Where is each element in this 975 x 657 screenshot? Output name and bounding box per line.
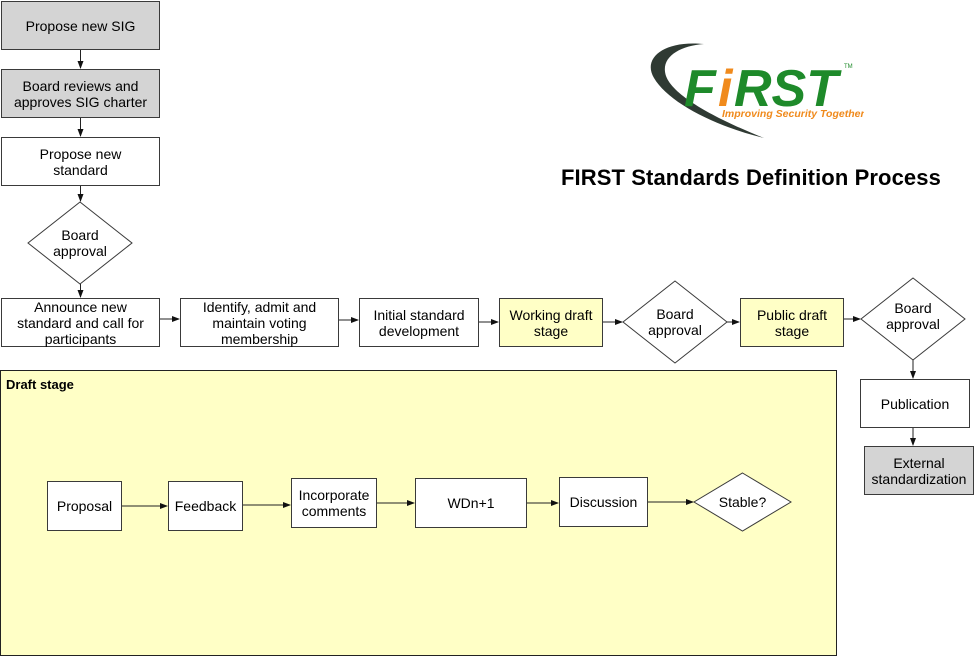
connector-layer xyxy=(77,50,916,509)
